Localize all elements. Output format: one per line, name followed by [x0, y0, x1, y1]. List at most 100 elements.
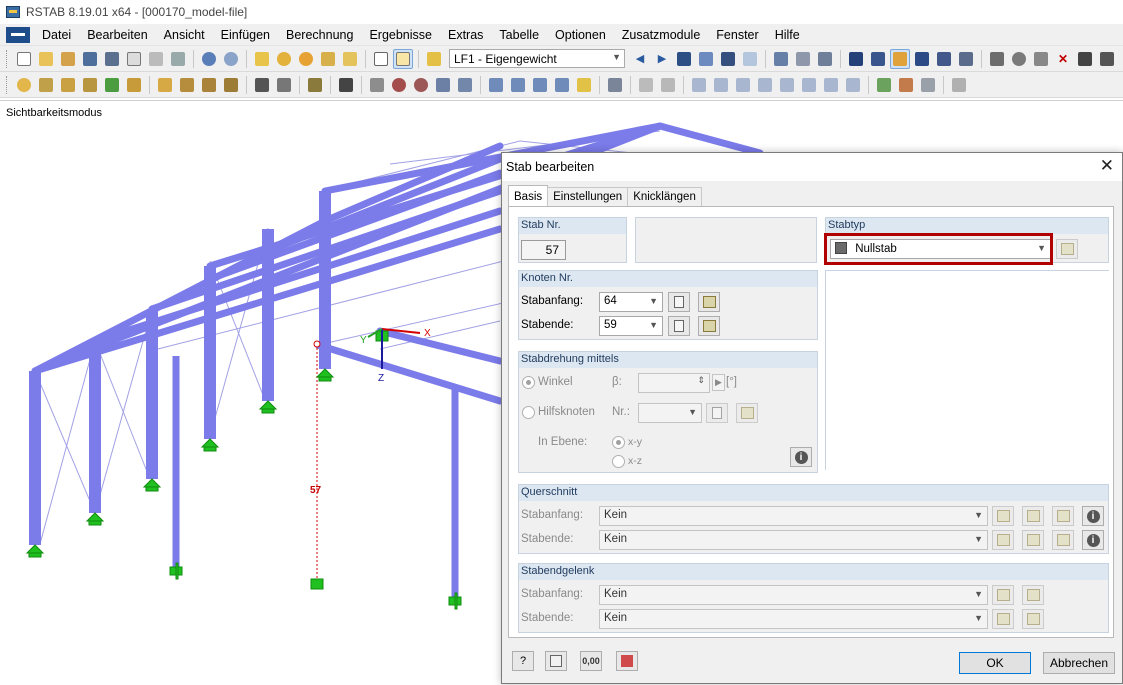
pick-helper-node-button[interactable] — [706, 403, 728, 423]
frame-icon[interactable] — [177, 75, 197, 95]
section-end-info-button[interactable]: i — [1082, 530, 1104, 550]
menu-ansicht[interactable]: Ansicht — [156, 28, 213, 42]
menu-bearbeiten[interactable]: Bearbeiten — [79, 28, 155, 42]
node-start-select[interactable]: 64 ▼ — [599, 292, 663, 312]
hinge-start-select[interactable]: Kein ▼ — [599, 585, 988, 605]
measure-icon[interactable] — [987, 49, 1007, 69]
result-my-icon[interactable] — [777, 75, 797, 95]
section-end-select[interactable]: Kein ▼ — [599, 530, 988, 550]
display-options-icon[interactable] — [605, 75, 625, 95]
section-start-library-button[interactable] — [992, 506, 1014, 526]
support-icon[interactable] — [102, 75, 122, 95]
section-icon[interactable] — [336, 75, 356, 95]
menu-ergebnisse[interactable]: Ergebnisse — [361, 28, 440, 42]
section-end-new-button[interactable] — [1022, 530, 1044, 550]
save-icon[interactable] — [102, 49, 122, 69]
hinge-icon[interactable] — [124, 75, 144, 95]
new-start-node-button[interactable] — [698, 292, 720, 312]
nodal-support-icon[interactable] — [155, 75, 175, 95]
plane-xz-radio[interactable] — [612, 455, 625, 468]
animation-icon[interactable] — [771, 49, 791, 69]
section-end-library-button[interactable] — [992, 530, 1014, 550]
deformed-shape-icon[interactable] — [896, 75, 916, 95]
cancel-button[interactable]: Abbrechen — [1043, 652, 1115, 674]
result-n-icon[interactable] — [689, 75, 709, 95]
generator-icon[interactable] — [221, 75, 241, 95]
dialog-title-bar[interactable]: Stab bearbeiten ✕ — [502, 153, 1122, 181]
menu-optionen[interactable]: Optionen — [547, 28, 614, 42]
grid-icon[interactable] — [868, 49, 888, 69]
select-grid-icon[interactable] — [846, 49, 866, 69]
member-number-field[interactable]: 57 — [521, 240, 566, 260]
results-values-icon[interactable] — [696, 49, 716, 69]
mirror-icon[interactable] — [1031, 49, 1051, 69]
node-64[interactable] — [313, 340, 321, 348]
render-icon[interactable] — [574, 75, 594, 95]
beta-input[interactable]: ⇕ — [638, 373, 710, 393]
dimension-icon[interactable] — [305, 75, 325, 95]
plane-xy-radio[interactable] — [612, 436, 625, 449]
section-end-edit-button[interactable] — [1052, 530, 1074, 550]
member-set-icon[interactable] — [58, 75, 78, 95]
report-icon[interactable] — [124, 49, 144, 69]
member-type-edit-button[interactable] — [1056, 239, 1078, 259]
printout-icon[interactable] — [949, 75, 969, 95]
member-divide-icon[interactable] — [80, 75, 100, 95]
section-start-info-button[interactable]: i — [1082, 506, 1104, 526]
node-icon[interactable] — [14, 75, 34, 95]
beta-spin-right[interactable]: ▶ — [712, 374, 725, 391]
section-start-select[interactable]: Kein ▼ — [599, 506, 988, 526]
hinge-start-new-button[interactable] — [992, 585, 1014, 605]
result-py-icon[interactable] — [821, 75, 841, 95]
new-helper-node-button[interactable] — [736, 403, 758, 423]
menu-tabelle[interactable]: Tabelle — [491, 28, 547, 42]
result-pz-icon[interactable] — [843, 75, 863, 95]
print-graphic-icon[interactable] — [168, 49, 188, 69]
zoom-window-icon[interactable] — [389, 75, 409, 95]
snap-icon[interactable] — [890, 48, 910, 69]
zoom-all-icon[interactable] — [411, 75, 431, 95]
view-3d-icon[interactable] — [455, 75, 475, 95]
menu-berechnung[interactable]: Berechnung — [278, 28, 361, 42]
toolbar-grip[interactable] — [6, 49, 9, 68]
menu-zusatzmodule[interactable]: Zusatzmodule — [614, 28, 709, 42]
hinge-end-new-button[interactable] — [992, 609, 1014, 629]
hinge-end-edit-button[interactable] — [1022, 609, 1044, 629]
load-icon[interactable] — [424, 49, 444, 69]
results-icon[interactable] — [674, 49, 694, 69]
pick-member-icon[interactable] — [616, 651, 638, 671]
member-orientation-icon[interactable] — [636, 75, 656, 95]
result-mt-icon[interactable] — [755, 75, 775, 95]
table-toggle-icon[interactable] — [393, 48, 413, 69]
loadcase-select[interactable]: LF1 - Eigengewicht ▼ — [449, 49, 625, 68]
line-load-icon[interactable] — [252, 75, 272, 95]
redo-icon[interactable] — [221, 49, 241, 69]
next-loadcase-icon[interactable]: ▶ — [652, 49, 672, 69]
rotate-icon[interactable] — [1009, 49, 1029, 69]
rotation-info-button[interactable]: i — [790, 447, 812, 467]
target-icon[interactable] — [296, 49, 316, 69]
workplane-icon[interactable] — [912, 49, 932, 69]
tab-basis[interactable]: Basis — [508, 185, 549, 207]
section-view-icon[interactable] — [658, 75, 678, 95]
result-mz-icon[interactable] — [799, 75, 819, 95]
coordinates-icon[interactable] — [934, 49, 954, 69]
menu-einfuegen[interactable]: Einfügen — [213, 28, 278, 42]
menu-datei[interactable]: Datei — [34, 28, 79, 42]
rotation-angle-radio[interactable] — [522, 376, 535, 389]
section-start-edit-button[interactable] — [1052, 506, 1074, 526]
undo-icon[interactable] — [199, 49, 219, 69]
pick-end-node-button[interactable] — [668, 316, 690, 336]
edit-icon[interactable] — [252, 49, 272, 69]
member-icon[interactable] — [36, 75, 56, 95]
delete-icon[interactable]: ✕ — [1053, 49, 1073, 69]
search-icon[interactable] — [274, 49, 294, 69]
toolbar-grip[interactable] — [6, 75, 9, 94]
hinge-start-edit-button[interactable] — [1022, 585, 1044, 605]
open-project-icon[interactable] — [58, 49, 78, 69]
results-filter-icon[interactable] — [740, 49, 760, 69]
previous-loadcase-icon[interactable]: ◀ — [630, 49, 650, 69]
scale-icon[interactable] — [274, 75, 294, 95]
edit-note-icon[interactable] — [545, 651, 567, 671]
view-z-icon[interactable] — [530, 75, 550, 95]
